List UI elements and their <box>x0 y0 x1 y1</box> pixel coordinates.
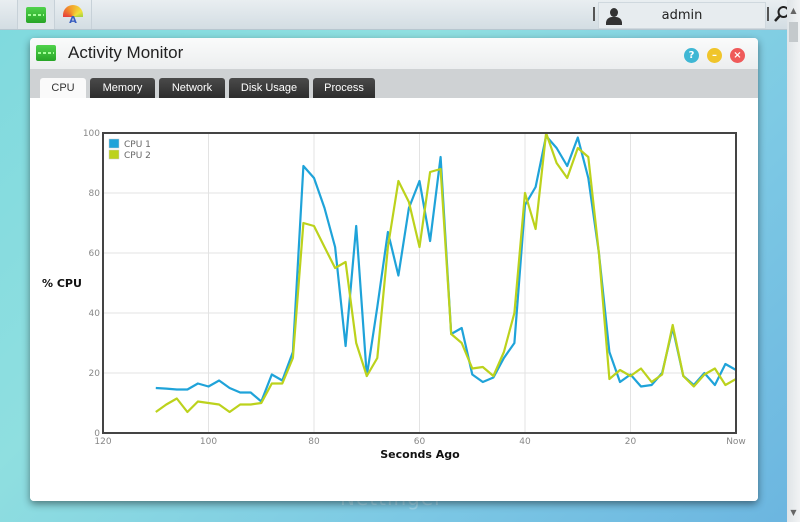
x-tick-label: 120 <box>94 437 111 447</box>
taskbar-activity-monitor-button[interactable] <box>17 0 55 29</box>
x-tick-label: 80 <box>308 437 320 447</box>
legend-swatch-cpu1 <box>108 138 120 149</box>
minimize-button[interactable]: – <box>707 48 722 63</box>
scrollbar-thumb[interactable] <box>789 22 798 42</box>
chart-grid <box>102 132 737 434</box>
user-menu-button[interactable]: admin <box>598 2 766 29</box>
legend-label-cpu2: CPU 2 <box>124 151 151 161</box>
cpu-panel: 0 20 40 60 80 100 120 100 80 60 40 20 Now CPU 1 CPU… <box>30 98 758 501</box>
cpu-chart: 020406080100 120 100 80 60 40 20 Now CPU 1 CPU… <box>42 129 746 461</box>
taskbar-app-central-button[interactable]: A <box>54 0 92 29</box>
y-tick-label: 80 <box>89 189 101 199</box>
x-tick-label: 100 <box>200 437 217 447</box>
window-titlebar[interactable]: Activity Monitor ? – × <box>30 38 758 69</box>
scroll-down-arrow[interactable]: ▼ <box>787 508 800 517</box>
x-tick-label: Now <box>726 437 746 447</box>
user-icon <box>605 7 623 25</box>
series-line-cpu1 <box>155 134 737 403</box>
rainbow-a-icon: A <box>62 4 84 26</box>
x-axis-ticks: 120 100 80 60 40 20 Now <box>94 437 745 447</box>
series-points-cpu2 <box>155 132 737 413</box>
divider <box>593 7 595 21</box>
tab-bar: CPU Memory Network Disk Usage Process <box>30 69 758 99</box>
help-button[interactable]: ? <box>684 48 699 63</box>
tab-memory[interactable]: Memory <box>90 78 155 98</box>
chart-series <box>155 131 737 414</box>
activity-monitor-window: Activity Monitor ? – × CPU Memory Networ… <box>30 38 758 501</box>
tab-disk-usage[interactable]: Disk Usage <box>229 78 309 98</box>
chart-legend: CPU 1 CPU 2 <box>108 138 151 161</box>
y-tick-label: 40 <box>89 309 101 319</box>
x-axis-title: Seconds Ago <box>380 448 460 461</box>
tab-network[interactable]: Network <box>159 78 225 98</box>
window-title: Activity Monitor <box>68 43 184 62</box>
y-tick-label: 100 <box>83 129 100 139</box>
legend-swatch-cpu2 <box>108 149 120 160</box>
x-tick-label: 40 <box>519 437 531 447</box>
y-axis-title: % CPU <box>42 277 82 290</box>
taskbar: A admin <box>0 0 800 30</box>
activity-monitor-icon <box>26 6 46 23</box>
tab-process[interactable]: Process <box>313 78 375 98</box>
tab-cpu[interactable]: CPU <box>40 78 86 99</box>
series-points-cpu1 <box>155 135 737 402</box>
legend-label-cpu1: CPU 1 <box>124 140 151 150</box>
close-button[interactable]: × <box>730 48 745 63</box>
series-line-cpu2 <box>155 131 737 414</box>
y-axis-ticks: 020406080100 <box>83 129 100 439</box>
scroll-up-arrow[interactable]: ▲ <box>787 6 800 15</box>
y-tick-label: 60 <box>89 249 101 259</box>
username-label: admin <box>661 8 703 23</box>
page-scrollbar[interactable]: ▲ ▼ <box>787 0 800 522</box>
x-tick-label: 60 <box>414 437 426 447</box>
y-tick-label: 20 <box>89 369 101 379</box>
activity-monitor-icon <box>36 45 56 61</box>
divider <box>767 7 769 21</box>
x-tick-label: 20 <box>625 437 637 447</box>
